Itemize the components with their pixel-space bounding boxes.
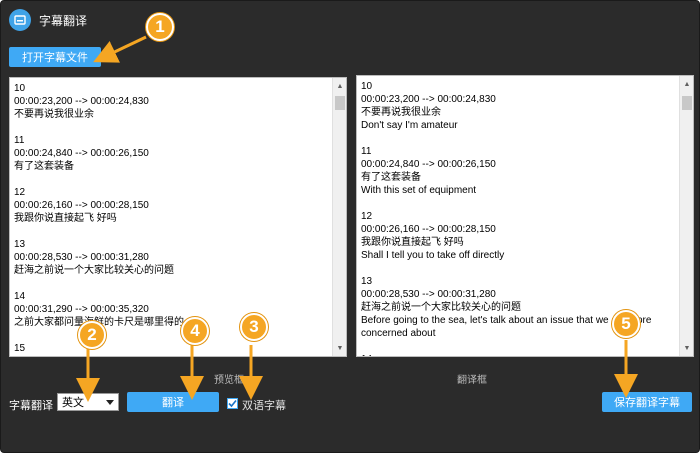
annotation-marker-3: 3 [240,313,268,341]
check-icon [228,399,237,408]
preview-caption: 预览框 [214,375,244,386]
bilingual-checkbox[interactable] [227,398,238,409]
window-title: 字幕翻译 [39,14,88,28]
annotation-marker-4: 4 [181,317,209,345]
app-logo-icon [9,9,31,31]
scroll-up-icon[interactable]: ▲ [333,80,346,92]
translation-pane[interactable]: 10 00:00:23,200 --> 00:00:24,830 不要再说我很业… [356,75,694,357]
title-bar: 字幕翻译 [1,1,699,39]
preview-scrollbar[interactable]: ▲ ▼ [332,78,346,356]
language-label: 字幕翻译 [9,400,53,412]
translate-button[interactable]: 翻译 [127,392,219,412]
scroll-down-icon[interactable]: ▼ [680,342,693,354]
preview-scroll-thumb[interactable] [335,96,345,110]
scroll-down-icon[interactable]: ▼ [333,342,346,354]
language-select[interactable]: 英文 [57,393,119,411]
chevron-down-icon [106,400,114,405]
app-window: 字幕翻译 打开字幕文件 10 00:00:23,200 --> 00:00:24… [0,0,700,453]
annotation-marker-1: 1 [146,13,174,41]
save-translation-button[interactable]: 保存翻译字幕 [602,392,692,412]
scroll-up-icon[interactable]: ▲ [680,78,693,90]
bilingual-label[interactable]: 双语字幕 [242,397,286,413]
translation-scrollbar[interactable]: ▲ ▼ [679,76,693,356]
open-subtitle-button[interactable]: 打开字幕文件 [9,47,101,67]
preview-pane[interactable]: 10 00:00:23,200 --> 00:00:24,830 不要再说我很业… [9,77,347,357]
translation-caption: 翻译框 [457,375,487,386]
translation-scroll-thumb[interactable] [682,96,692,110]
annotation-marker-5: 5 [612,310,640,338]
language-value: 英文 [62,397,84,409]
preview-text: 10 00:00:23,200 --> 00:00:24,830 不要再说我很业… [14,83,184,354]
annotation-marker-2: 2 [78,321,106,349]
